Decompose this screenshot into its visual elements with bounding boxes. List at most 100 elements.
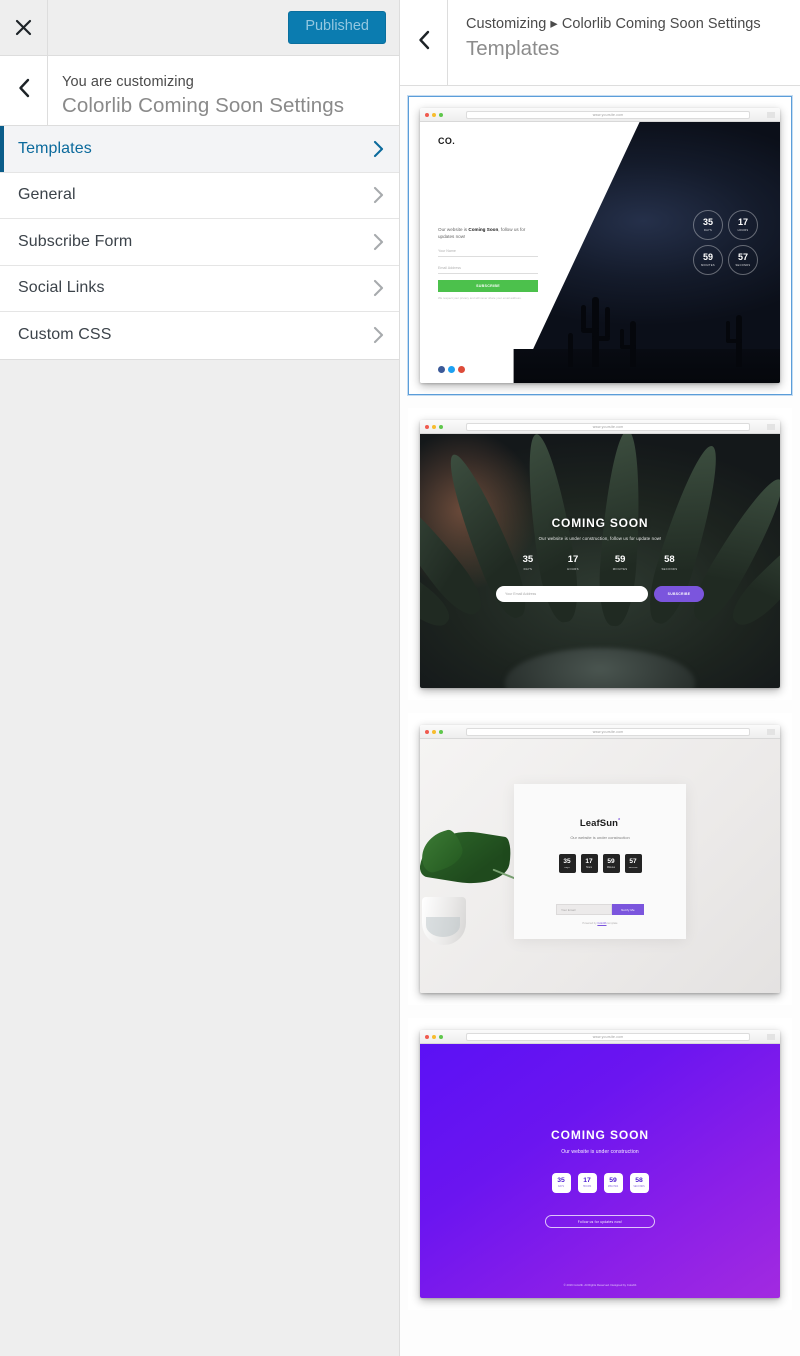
cactus-arm bbox=[726, 321, 730, 341]
countdown-unit-days: 35 Days bbox=[558, 854, 576, 874]
colorlib-link[interactable]: Colorlib bbox=[597, 922, 606, 925]
sidebar-item-social-links[interactable]: Social Links bbox=[0, 265, 399, 312]
countdown-value: 59 bbox=[607, 857, 615, 865]
email-input[interactable]: Your Email bbox=[556, 904, 612, 915]
template-preview-2: COMING SOON Our website is under constru… bbox=[420, 434, 780, 688]
publish-button[interactable]: Published bbox=[288, 11, 386, 44]
customizing-eyebrow: You are customizing bbox=[62, 74, 194, 91]
countdown-unit-minutes: 59 MINUTES bbox=[613, 555, 628, 571]
sidebar-item-templates[interactable]: Templates bbox=[0, 126, 399, 173]
traffic-light-minimize-icon bbox=[432, 424, 436, 429]
countdown-label: HOURS bbox=[582, 1186, 592, 1189]
browser-chrome: www.yoursite.com bbox=[420, 1030, 780, 1044]
close-icon bbox=[15, 19, 32, 36]
countdown-label: Days bbox=[564, 866, 570, 869]
countdown-label: SECONDS bbox=[661, 566, 678, 571]
traffic-light-maximize-icon bbox=[439, 1034, 443, 1039]
countdown-value: 59 bbox=[702, 252, 713, 262]
cactus-arm bbox=[592, 336, 610, 341]
chevron-right-icon bbox=[372, 279, 385, 297]
sidebar-item-custom-css[interactable]: Custom CSS bbox=[0, 312, 399, 359]
browser-chrome: www.yoursite.com bbox=[420, 108, 780, 122]
sidebar-item-general[interactable]: General bbox=[0, 172, 399, 219]
template-1-copy: Our website is Coming Soon, follow us fo… bbox=[438, 226, 538, 300]
countdown-unit-hours: 17 HOURS bbox=[728, 210, 758, 240]
browser-menu-icon bbox=[767, 111, 775, 118]
site-title: Colorlib Coming Soon Settings bbox=[62, 93, 345, 117]
subheading: Our website is under construction, follo… bbox=[538, 536, 662, 541]
address-bar: www.yoursite.com bbox=[466, 422, 750, 431]
chevron-right-icon bbox=[372, 186, 385, 204]
customizer-sections: Templates General Subscribe Form Social … bbox=[0, 126, 399, 360]
cactus-silhouette bbox=[630, 321, 636, 367]
template-card-2[interactable]: www.yoursite.com COMING SOON Our website… bbox=[408, 408, 792, 700]
tagline-bold: Coming Soon bbox=[468, 227, 499, 232]
sidebar-item-label: Templates bbox=[18, 139, 92, 157]
follow-us-button[interactable]: Follow us for updates now! bbox=[545, 1215, 655, 1228]
countdown-unit-minutes: 59 MINUTES bbox=[603, 1173, 623, 1193]
subscribe-button[interactable]: SUBSCRIBE bbox=[438, 280, 538, 293]
chevron-right-icon bbox=[372, 233, 385, 251]
countdown-unit-days: 35 DAYS bbox=[523, 555, 534, 571]
browser-mockup: www.yoursite.com COMING SOON Our website… bbox=[420, 1030, 780, 1298]
tagline-pre: Our website is bbox=[438, 227, 469, 232]
facebook-icon[interactable] bbox=[438, 366, 445, 373]
template-3-content: LeafSun* Our website is under constructi… bbox=[514, 784, 686, 874]
panel-title-box: Customizing ▸ Colorlib Coming Soon Setti… bbox=[448, 0, 800, 85]
twitter-icon[interactable] bbox=[448, 366, 455, 373]
countdown-unit-days: 35 DAYS bbox=[551, 1173, 571, 1193]
panel-back-button[interactable] bbox=[400, 0, 448, 85]
countdown-label: MINUTES bbox=[701, 264, 715, 267]
google-plus-icon[interactable] bbox=[458, 366, 465, 373]
content-card: LeafSun* Our website is under constructi… bbox=[514, 784, 686, 939]
countdown-value: 58 bbox=[635, 1176, 643, 1184]
countdown-unit-hours: 17 HOURS bbox=[577, 1173, 597, 1193]
cactus-arm bbox=[605, 307, 610, 339]
browser-menu-icon bbox=[767, 1033, 775, 1040]
countdown-label: SECONDS bbox=[633, 1186, 645, 1189]
template-4-content: COMING SOON Our website is under constru… bbox=[420, 1128, 780, 1228]
browser-mockup: www.yoursite.com bbox=[420, 108, 780, 383]
countdown-value: 35 bbox=[702, 217, 713, 227]
countdown-value: 17 bbox=[737, 217, 748, 227]
social-links bbox=[438, 366, 465, 373]
footer-credit: © 2019 Colorlib. All Rights Reserved. De… bbox=[563, 1283, 637, 1287]
traffic-light-close-icon bbox=[425, 729, 429, 734]
site-logo: CO. bbox=[438, 136, 456, 146]
template-card-4[interactable]: www.yoursite.com COMING SOON Our website… bbox=[408, 1018, 792, 1310]
countdown-value: 57 bbox=[737, 252, 748, 262]
note-post: template bbox=[606, 922, 618, 925]
countdown-value: 35 bbox=[563, 857, 571, 865]
template-2-content: COMING SOON Our website is under constru… bbox=[420, 516, 780, 602]
countdown-value: 35 bbox=[522, 554, 534, 565]
publish-area: Published bbox=[288, 0, 399, 55]
desert-horizon bbox=[513, 349, 780, 383]
customizer-back-button[interactable] bbox=[0, 56, 48, 125]
cactus-arm bbox=[581, 328, 599, 333]
sidebar-item-label: Social Links bbox=[18, 279, 105, 297]
template-card-1[interactable]: www.yoursite.com CO. Our website is Comi… bbox=[408, 96, 792, 395]
chevron-left-icon bbox=[17, 78, 31, 103]
close-button[interactable] bbox=[0, 0, 48, 55]
chevron-right-icon bbox=[372, 326, 385, 344]
countdown-label: HOURS bbox=[737, 229, 749, 232]
notify-button[interactable]: Notify Me bbox=[612, 904, 644, 915]
countdown-label: Minutes bbox=[606, 866, 616, 869]
template-card-3[interactable]: www.yoursite.com LeafSun* Our website is… bbox=[408, 713, 792, 1005]
traffic-light-maximize-icon bbox=[439, 424, 443, 429]
email-input[interactable]: Email Address bbox=[438, 263, 538, 275]
countdown-value: 57 bbox=[629, 857, 637, 865]
cactus-arm bbox=[620, 345, 636, 349]
countdown-label: SECONDS bbox=[735, 264, 751, 267]
countdown-timer: 35 DAYS 17 HOURS 59 MINUTES bbox=[420, 555, 780, 571]
traffic-light-maximize-icon bbox=[439, 729, 443, 734]
countdown-label: DAYS bbox=[523, 566, 533, 571]
subscribe-button[interactable]: SUBSCRIBE bbox=[654, 585, 704, 602]
template-preview-4: COMING SOON Our website is under constru… bbox=[420, 1044, 780, 1298]
countdown-label: HOURS bbox=[567, 566, 579, 571]
countdown-timer: 35 Days 17 Hours 59 Minutes 57 Seconds bbox=[514, 854, 686, 874]
email-input[interactable]: Your Email Address bbox=[496, 585, 648, 602]
sidebar-item-subscribe-form[interactable]: Subscribe Form bbox=[0, 219, 399, 266]
countdown-unit-hours: 17 Hours bbox=[580, 854, 598, 874]
name-input[interactable]: Your Name bbox=[438, 246, 538, 258]
